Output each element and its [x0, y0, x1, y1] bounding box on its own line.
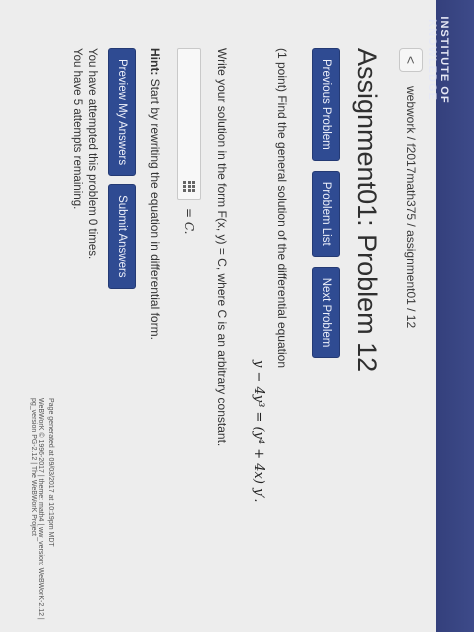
hint-text: Start by rewriting the equation in diffe…: [148, 78, 162, 340]
problem-statement: (1 point) Find the general solution of t…: [275, 48, 289, 368]
chevron-left-icon: <: [403, 55, 419, 65]
hint: Hint: Start by rewriting the equation in…: [148, 48, 162, 340]
answer-row: = C.: [177, 48, 201, 234]
attempted-text: You have attempted this problem 0 times.: [86, 48, 98, 260]
equals-c-label: = C.: [182, 208, 196, 235]
answer-input[interactable]: [177, 48, 201, 200]
next-problem-button[interactable]: Next Problem: [312, 266, 340, 359]
problem-nav: Previous Problem Problem List Next Probl…: [312, 48, 340, 359]
remaining-text: You have 5 attempts remaining.: [71, 48, 83, 210]
preview-answers-button[interactable]: Preview My Answers: [108, 48, 136, 177]
hint-label: Hint:: [148, 48, 162, 76]
webwork-page: INSTITUTE OF KNOWLEDGE < webwork / f2017…: [0, 0, 474, 632]
header-band: INSTITUTE OF KNOWLEDGE: [426, 0, 474, 632]
answer-actions: Preview My Answers Submit Answers: [108, 48, 136, 289]
attempt-status: You have attempted this problem 0 times.…: [69, 48, 99, 259]
back-button[interactable]: <: [399, 48, 423, 72]
page-title: Assignment01: Problem 12: [352, 48, 382, 373]
footer-generated: Page generated at 09/03/2017 at 10:19pm …: [47, 398, 54, 547]
header-band-text: INSTITUTE OF KNOWLEDGE: [426, 16, 450, 104]
problem-list-button[interactable]: Problem List: [312, 170, 340, 257]
answer-instruction: Write your solution in the form F(x, y) …: [215, 48, 229, 447]
previous-problem-button[interactable]: Previous Problem: [312, 48, 340, 161]
breadcrumb: < webwork / f2017math375 / assignment01 …: [398, 48, 424, 328]
footer-version: WeBWorK © 1996-2017 | theme: math4 | ww_…: [30, 398, 44, 620]
breadcrumb-path[interactable]: webwork / f2017math375 / assignment01 / …: [404, 86, 418, 328]
submit-answers-button[interactable]: Submit Answers: [108, 184, 136, 289]
differential-equation: y − 4y³ = (y⁴ + 4x) y′.: [251, 360, 266, 503]
equation-editor-icon[interactable]: [183, 181, 195, 193]
